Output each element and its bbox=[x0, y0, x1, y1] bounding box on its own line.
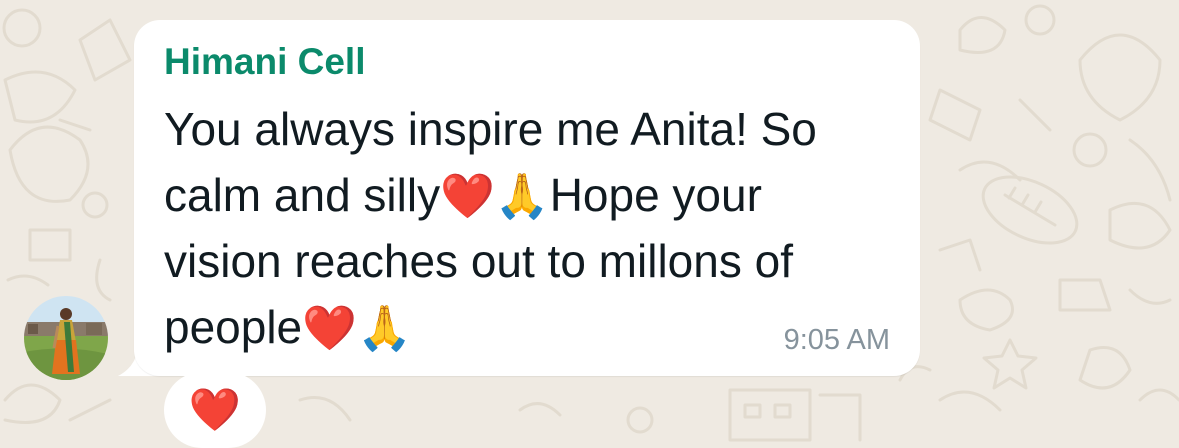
message-line: calm and silly❤️🙏Hope your bbox=[164, 162, 904, 228]
red-heart-emoji-icon: ❤️ bbox=[302, 304, 357, 353]
message-timestamp: 9:05 AM bbox=[783, 324, 890, 356]
message-text-segment: calm and silly bbox=[164, 169, 441, 221]
message-bubble[interactable]: Himani Cell You always inspire me Anita!… bbox=[134, 20, 920, 376]
folded-hands-emoji-icon: 🙏 bbox=[494, 172, 550, 221]
sender-avatar[interactable] bbox=[24, 296, 108, 380]
red-heart-reaction-icon: ❤️ bbox=[188, 386, 242, 433]
message-text-segment: Hope your bbox=[549, 169, 762, 221]
message-text-segment: people bbox=[164, 301, 303, 353]
message-text-segment: You always inspire me Anita! So bbox=[164, 103, 817, 155]
message-line: vision reaches out to millons of bbox=[164, 228, 904, 294]
reaction-badge[interactable]: ❤️ bbox=[164, 372, 266, 448]
sender-name[interactable]: Himani Cell bbox=[164, 41, 366, 83]
message-text-segment: vision reaches out to millons of bbox=[164, 235, 793, 287]
message-text: You always inspire me Anita! So calm and… bbox=[164, 96, 904, 360]
message-line: You always inspire me Anita! So bbox=[164, 96, 904, 162]
folded-hands-emoji-icon: 🙏 bbox=[356, 304, 412, 353]
profile-photo-icon bbox=[24, 296, 108, 380]
red-heart-emoji-icon: ❤️ bbox=[440, 172, 495, 221]
